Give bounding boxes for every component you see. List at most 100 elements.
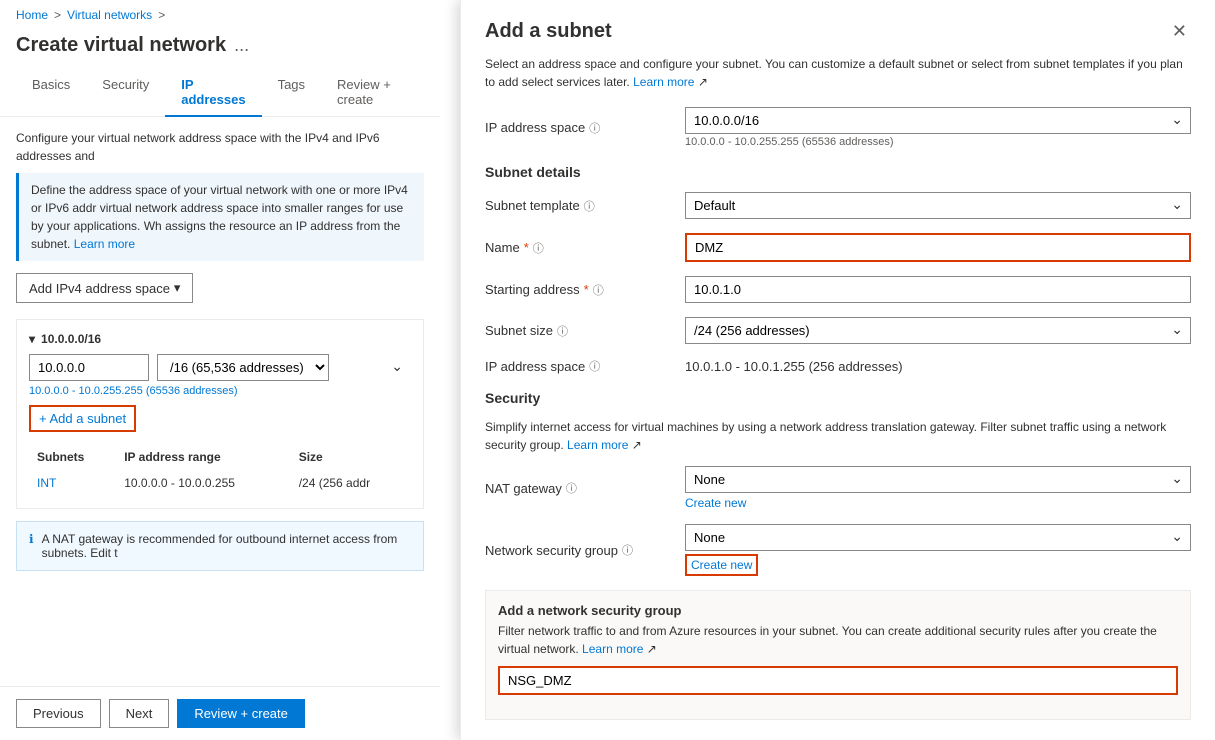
nsg-input-wrap [498, 666, 1178, 695]
ip-range-col-header: IP address range [116, 444, 291, 470]
nsg-create-section: Add a network security group Filter netw… [485, 590, 1191, 720]
nat-gateway-row: NAT gateway ⓘ None Create new [485, 466, 1191, 510]
tab-tags[interactable]: Tags [262, 69, 321, 117]
nsg-create-learn-more[interactable]: Learn more [582, 642, 643, 656]
subnet-template-info-icon[interactable]: ⓘ [584, 198, 595, 214]
ip-address-space-subtext: 10.0.0.0 - 10.0.255.255 (65536 addresses… [685, 136, 1191, 148]
panel-header: Add a subnet ✕ [485, 20, 1191, 43]
nsg-info-icon[interactable]: ⓘ [622, 542, 633, 558]
bottom-nav: Previous Next Review + create [0, 686, 440, 740]
nsg-label: Network security group ⓘ [485, 542, 685, 558]
name-input[interactable] [685, 233, 1191, 262]
subnet-template-control: Default [685, 192, 1191, 219]
add-subnet-button[interactable]: + Add a subnet [29, 405, 136, 432]
nsg-row: Network security group ⓘ None Create new [485, 524, 1191, 576]
ip-address-space-info-icon[interactable]: ⓘ [589, 120, 600, 136]
address-space-block: ▾ 10.0.0.0/16 /16 (65,536 addresses) 10.… [16, 319, 424, 509]
nsg-select-wrap: None [685, 524, 1191, 551]
panel-description: Select an address space and configure yo… [485, 55, 1191, 91]
breadcrumb-sep2: > [158, 8, 165, 22]
addr-space-title: ▾ 10.0.0.0/16 [29, 332, 411, 346]
subnet-size-info-icon[interactable]: ⓘ [557, 323, 568, 339]
breadcrumb-home[interactable]: Home [16, 8, 48, 22]
add-ipv4-label: Add IPv4 address space [29, 281, 170, 296]
name-control [685, 233, 1191, 262]
starting-address-label: Starting address * ⓘ [485, 282, 685, 298]
subnet-range-cell: 10.0.0.0 - 10.0.0.255 [116, 470, 291, 496]
ip-address-space-result-value: 10.0.1.0 - 10.0.1.255 (256 addresses) [685, 359, 903, 374]
nsg-learn-more-icon: ↗ [647, 642, 657, 656]
subnet-size-row: Subnet size ⓘ /24 (256 addresses) [485, 317, 1191, 344]
nat-gateway-info-icon[interactable]: ⓘ [566, 480, 577, 496]
nsg-name-input[interactable] [498, 666, 1178, 695]
subnet-name-cell[interactable]: INT [29, 470, 116, 496]
nat-gateway-control: None Create new [685, 466, 1191, 510]
next-button[interactable]: Next [109, 699, 170, 728]
breadcrumb-virtual-networks[interactable]: Virtual networks [67, 8, 152, 22]
nsg-create-new-link[interactable]: Create new [685, 554, 758, 576]
panel-footer: OK Cancel [485, 736, 1191, 740]
subnet-template-row: Subnet template ⓘ Default [485, 192, 1191, 219]
tab-ip-addresses[interactable]: IP addresses [165, 69, 261, 117]
panel-learn-more-link[interactable]: Learn more [633, 75, 694, 89]
add-ipv4-dropdown-icon: ▾ [174, 280, 181, 296]
addr-space-cidr: 10.0.0.0/16 [41, 332, 101, 346]
starting-address-control [685, 276, 1191, 303]
starting-address-row: Starting address * ⓘ [485, 276, 1191, 303]
starting-address-required-star: * [584, 282, 589, 297]
subnets-table: Subnets IP address range Size INT 10.0.0… [29, 444, 411, 496]
ip-address-space-result-control: 10.0.1.0 - 10.0.1.255 (256 addresses) [685, 359, 1191, 374]
ip-address-space-result-info-icon[interactable]: ⓘ [589, 358, 600, 374]
ip-address-space-select[interactable]: 10.0.0.0/16 [685, 107, 1191, 134]
security-learn-more-icon: ↗ [632, 438, 642, 452]
add-btn-row: Add IPv4 address space ▾ [16, 273, 424, 303]
starting-address-info-icon[interactable]: ⓘ [593, 282, 604, 298]
security-section-desc: Simplify internet access for virtual mac… [485, 418, 1191, 454]
starting-address-input[interactable] [685, 276, 1191, 303]
addr-range-text: 10.0.0.0 - 10.0.255.255 (65536 addresses… [29, 385, 411, 397]
previous-button[interactable]: Previous [16, 699, 101, 728]
addr-space-chevron[interactable]: ▾ [29, 332, 35, 346]
page-options-dots[interactable]: ... [234, 35, 249, 56]
subnet-template-select-wrap: Default [685, 192, 1191, 219]
subnet-details-header: Subnet details [485, 164, 1191, 180]
close-panel-button[interactable]: ✕ [1168, 20, 1191, 42]
page-title: Create virtual network [16, 34, 226, 57]
addr-space-input[interactable] [29, 354, 149, 381]
review-create-button[interactable]: Review + create [177, 699, 305, 728]
ip-address-space-label: IP address space ⓘ [485, 120, 685, 136]
subnet-size-select[interactable]: /24 (256 addresses) [685, 317, 1191, 344]
name-label: Name * ⓘ [485, 240, 685, 256]
addr-space-select[interactable]: /16 (65,536 addresses) [157, 354, 329, 381]
table-row: INT 10.0.0.0 - 10.0.0.255 /24 (256 addr [29, 470, 411, 496]
tab-security[interactable]: Security [86, 69, 165, 117]
breadcrumb-sep1: > [54, 8, 61, 22]
tab-basics[interactable]: Basics [16, 69, 86, 117]
ip-address-space-result-row: IP address space ⓘ 10.0.1.0 - 10.0.1.255… [485, 358, 1191, 374]
security-learn-more-link[interactable]: Learn more [567, 438, 628, 452]
security-section-header: Security [485, 390, 1191, 406]
nat-create-new-link[interactable]: Create new [685, 496, 1191, 510]
blue-info-learn-more[interactable]: Learn more [74, 237, 135, 251]
blue-info-box: Define the address space of your virtual… [16, 173, 424, 261]
nat-warning-icon: ℹ [29, 532, 34, 560]
tab-review-create[interactable]: Review + create [321, 69, 424, 117]
nsg-select[interactable]: None [685, 524, 1191, 551]
breadcrumb: Home > Virtual networks > [0, 0, 440, 30]
name-info-icon[interactable]: ⓘ [533, 240, 544, 256]
page-title-row: Create virtual network ... [0, 30, 440, 69]
subnet-size-select-wrap: /24 (256 addresses) [685, 317, 1191, 344]
add-subnet-btn-wrap: + Add a subnet [29, 405, 411, 432]
add-subnet-panel: Add a subnet ✕ Select an address space a… [460, 0, 1215, 740]
name-row: Name * ⓘ [485, 233, 1191, 262]
nat-gateway-select[interactable]: None [685, 466, 1191, 493]
nat-gateway-label: NAT gateway ⓘ [485, 480, 685, 496]
add-ipv4-button[interactable]: Add IPv4 address space ▾ [16, 273, 193, 303]
nsg-create-title: Add a network security group [498, 603, 1178, 618]
subnet-size-control: /24 (256 addresses) [685, 317, 1191, 344]
left-content: Configure your virtual network address s… [0, 117, 440, 740]
ip-address-space-result-label: IP address space ⓘ [485, 358, 685, 374]
panel-desc-text: Select an address space and configure yo… [485, 57, 1183, 89]
nsg-create-desc: Filter network traffic to and from Azure… [498, 622, 1178, 658]
subnet-template-select[interactable]: Default [685, 192, 1191, 219]
